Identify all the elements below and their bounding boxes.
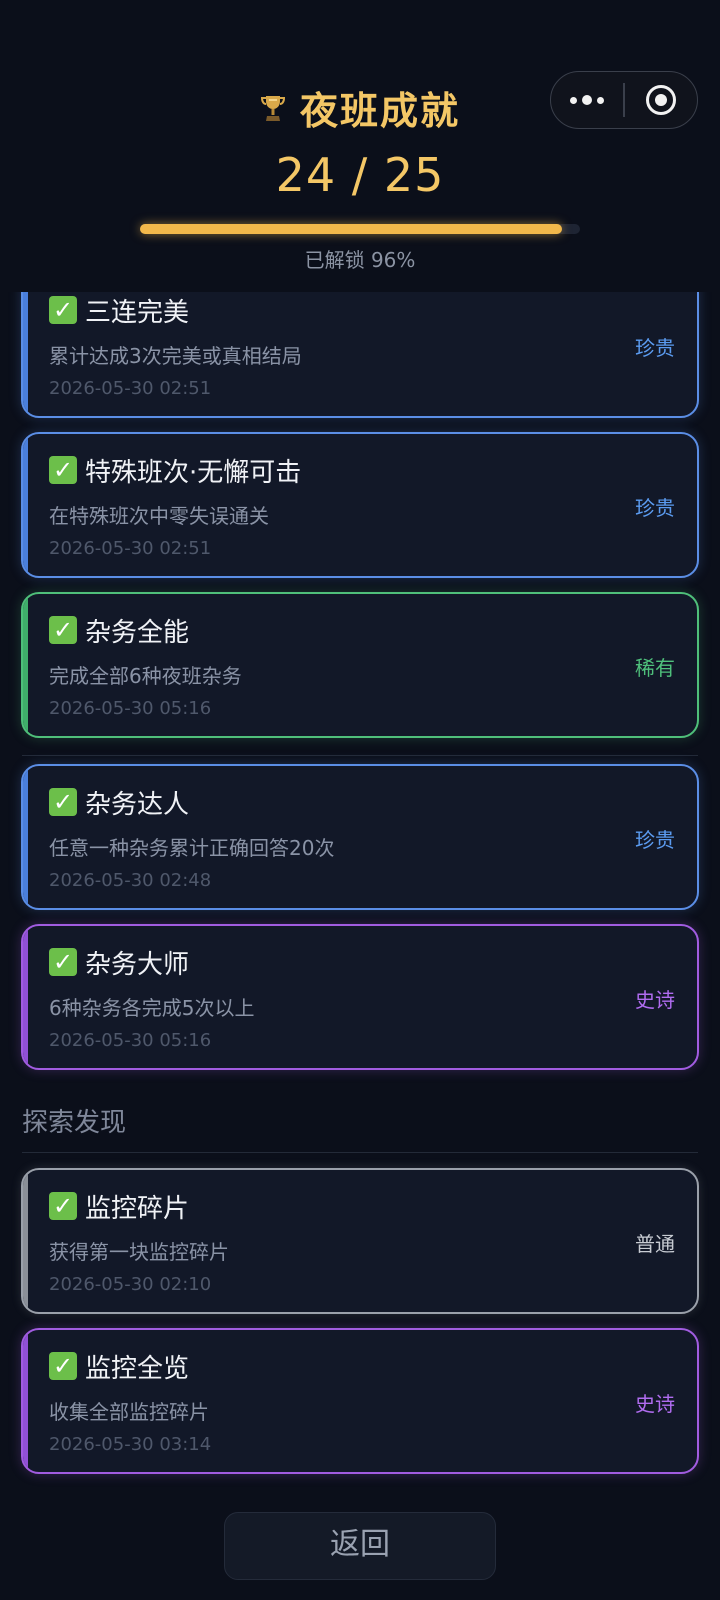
rarity-label: 史诗 bbox=[635, 988, 675, 1012]
card-accent-bar bbox=[23, 594, 28, 736]
progress-bar bbox=[140, 224, 580, 234]
card-accent-bar bbox=[23, 292, 28, 416]
rarity-label: 稀有 bbox=[635, 656, 675, 680]
more-dots-icon[interactable] bbox=[551, 72, 623, 128]
checkmark-icon: ✓ bbox=[49, 296, 77, 324]
achievement-name: 监控碎片 bbox=[85, 1194, 190, 1224]
title-text: 夜班成就 bbox=[299, 89, 460, 133]
achievement-name: 特殊班次·无懈可击 bbox=[85, 458, 302, 488]
achievement-date: 2026-05-30 02:10 bbox=[49, 1274, 212, 1295]
achievement-card[interactable]: ✓ 监控碎片 获得第一块监控碎片 2026-05-30 02:10 普通 bbox=[21, 1168, 699, 1314]
achievement-desc: 在特殊班次中零失误通关 bbox=[49, 504, 269, 528]
achievement-name: 三连完美 bbox=[85, 298, 190, 328]
achievement-date: 2026-05-30 03:14 bbox=[49, 1434, 212, 1455]
back-button[interactable]: 返回 bbox=[224, 1512, 496, 1580]
checkmark-icon: ✓ bbox=[49, 788, 77, 816]
mini-program-capsule bbox=[550, 71, 698, 129]
achievement-desc: 6种杂务各完成5次以上 bbox=[49, 996, 255, 1020]
section-divider bbox=[22, 1152, 698, 1153]
checkmark-icon: ✓ bbox=[49, 456, 77, 484]
card-accent-bar bbox=[23, 926, 28, 1068]
rarity-label: 珍贵 bbox=[635, 496, 675, 520]
section-divider bbox=[22, 755, 698, 756]
checkmark-icon: ✓ bbox=[49, 1192, 77, 1220]
achievement-name: 杂务达人 bbox=[85, 790, 190, 820]
achievement-name: 监控全览 bbox=[85, 1354, 190, 1384]
rarity-label: 珍贵 bbox=[635, 336, 675, 360]
rarity-label: 普通 bbox=[635, 1232, 675, 1256]
checkmark-icon: ✓ bbox=[49, 948, 77, 976]
achievement-date: 2026-05-30 05:16 bbox=[49, 698, 212, 719]
unlock-percentage: 已解锁 96% bbox=[304, 248, 416, 272]
card-accent-bar bbox=[23, 1170, 28, 1312]
rarity-label: 珍贵 bbox=[635, 828, 675, 852]
card-accent-bar bbox=[23, 434, 28, 576]
card-accent-bar bbox=[23, 1330, 28, 1472]
achievements-header: 夜班成就 24 / 25 已解锁 96% bbox=[0, 0, 720, 292]
section-title-explore: 探索发现 bbox=[22, 1108, 127, 1138]
progress-fill bbox=[140, 224, 563, 234]
achievement-date: 2026-05-30 02:51 bbox=[49, 378, 212, 399]
achievement-date: 2026-05-30 05:16 bbox=[49, 1030, 212, 1051]
card-accent-bar bbox=[23, 766, 28, 908]
achievement-card[interactable]: ✓ 杂务大师 6种杂务各完成5次以上 2026-05-30 05:16 史诗 bbox=[21, 924, 699, 1070]
close-target-icon[interactable] bbox=[625, 72, 697, 128]
achievement-name: 杂务大师 bbox=[85, 950, 190, 980]
page-title: 夜班成就 bbox=[260, 80, 460, 135]
trophy-icon bbox=[260, 95, 285, 121]
achievement-count: 24 / 25 bbox=[275, 148, 445, 202]
rarity-label: 史诗 bbox=[635, 1392, 675, 1416]
achievement-desc: 收集全部监控碎片 bbox=[49, 1400, 209, 1424]
checkmark-icon: ✓ bbox=[49, 1352, 77, 1380]
achievement-name: 杂务全能 bbox=[85, 618, 190, 648]
achievement-desc: 累计达成3次完美或真相结局 bbox=[49, 344, 302, 368]
checkmark-icon: ✓ bbox=[49, 616, 77, 644]
achievement-list[interactable]: ✓ 三连完美 累计达成3次完美或真相结局 2026-05-30 02:51 珍贵… bbox=[0, 292, 720, 1492]
achievement-desc: 完成全部6种夜班杂务 bbox=[49, 664, 242, 688]
achievement-date: 2026-05-30 02:48 bbox=[49, 870, 212, 891]
achievement-desc: 任意一种杂务累计正确回答20次 bbox=[49, 836, 335, 860]
achievement-card[interactable]: ✓ 杂务全能 完成全部6种夜班杂务 2026-05-30 05:16 稀有 bbox=[21, 592, 699, 738]
achievement-card[interactable]: ✓ 三连完美 累计达成3次完美或真相结局 2026-05-30 02:51 珍贵 bbox=[21, 292, 699, 418]
achievements-page: ✓ 三连完美 累计达成3次完美或真相结局 2026-05-30 02:51 珍贵… bbox=[0, 0, 720, 1600]
achievement-date: 2026-05-30 02:51 bbox=[49, 538, 212, 559]
achievement-desc: 获得第一块监控碎片 bbox=[49, 1240, 229, 1264]
achievement-card[interactable]: ✓ 特殊班次·无懈可击 在特殊班次中零失误通关 2026-05-30 02:51… bbox=[21, 432, 699, 578]
achievement-card[interactable]: ✓ 杂务达人 任意一种杂务累计正确回答20次 2026-05-30 02:48 … bbox=[21, 764, 699, 910]
achievement-card[interactable]: ✓ 监控全览 收集全部监控碎片 2026-05-30 03:14 史诗 bbox=[21, 1328, 699, 1474]
